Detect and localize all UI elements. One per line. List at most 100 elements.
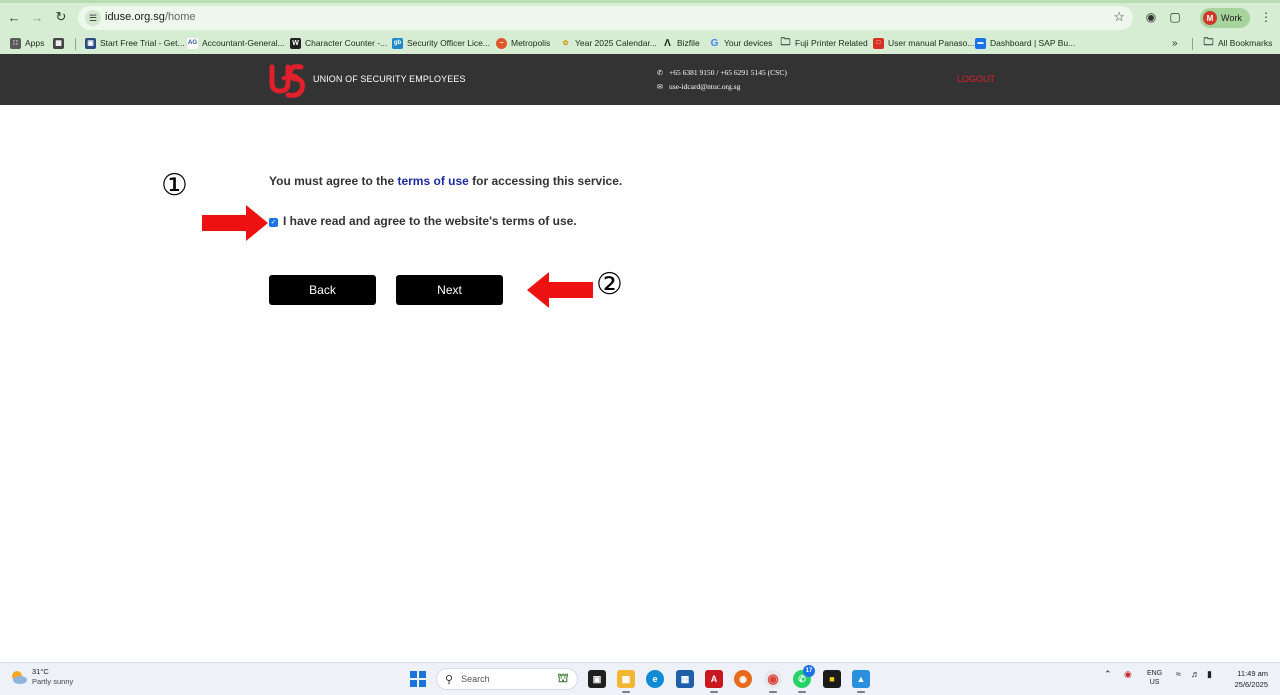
bookmark-your-devices[interactable]: G Your devices	[709, 35, 773, 51]
search-label: Search	[461, 674, 490, 684]
phone-icon: ✆	[657, 69, 663, 77]
step-1-arrow-icon	[202, 205, 268, 241]
google-icon: G	[710, 37, 719, 49]
more-bookmarks-label: »	[1172, 37, 1178, 49]
folder-icon: 🗀	[780, 36, 791, 48]
lang-top: ENG	[1147, 670, 1163, 677]
site-info-icon[interactable]: ☰	[85, 10, 101, 26]
use-logo[interactable]	[268, 59, 306, 101]
bookmark-label: Dashboard | SAP Bu...	[990, 38, 1076, 48]
step-2-marker: ②	[596, 267, 623, 302]
bookmark-separator	[1192, 38, 1193, 50]
bookmark-label: Bizfile	[677, 38, 700, 48]
w-icon: W	[290, 37, 301, 49]
notice-suffix: for accessing this service.	[468, 174, 623, 188]
folder-icon: 🗀	[1203, 36, 1214, 48]
bookmark-accountant[interactable]: AG Accountant-General...	[187, 35, 285, 51]
terms-of-use-link[interactable]: terms of use	[397, 174, 468, 188]
weather-desc: Partly sunny	[32, 677, 74, 686]
edge-icon[interactable]: e	[646, 670, 664, 688]
all-bookmarks[interactable]: 🗀 All Bookmarks	[1203, 35, 1273, 51]
profile-chip[interactable]: M Work	[1200, 8, 1250, 28]
step-1-marker: ①	[161, 168, 188, 203]
screen: ← → ↻ ☰ iduse.org.sg/home ☆ ◉ ▢ M Work ⋮…	[0, 0, 1280, 695]
store-icon[interactable]: ▦	[676, 670, 694, 688]
weather-temp: 31°C	[32, 667, 49, 676]
bookmark-sap[interactable]: ▬ Dashboard | SAP Bu...	[975, 35, 1075, 51]
email-line: ✉ use-idcard@ntuc.org.sg	[657, 80, 787, 94]
email-text[interactable]: use-idcard@ntuc.org.sg	[669, 82, 740, 91]
city-widget-icon[interactable]: ⛫	[548, 670, 578, 688]
notice-prefix: You must agree to the	[269, 174, 398, 188]
site-header: UNION OF SECURITY EMPLOYEES ✆ +65 6381 91…	[0, 54, 1280, 105]
sticky-notes-icon[interactable]: ■	[823, 670, 841, 688]
org-name: UNION OF SECURITY EMPLOYEES	[313, 74, 466, 84]
back-arrow-icon[interactable]: ←	[5, 8, 23, 26]
bookmark-metropolis[interactable]: − Metropolis	[496, 35, 550, 51]
sap-icon: ▬	[975, 37, 986, 49]
bookmark-star-icon[interactable]: ☆	[1113, 9, 1125, 25]
bookmark-label: Fuji Printer Related	[795, 38, 868, 48]
bookmark-label: Apps	[25, 38, 45, 48]
url-text[interactable]: iduse.org.sg/home	[105, 11, 196, 23]
more-bookmarks-chevron-icon[interactable]: »	[1172, 35, 1178, 51]
volume-icon[interactable]: ♬	[1191, 669, 1200, 679]
bookmark-separator	[75, 38, 76, 50]
all-bookmarks-label: All Bookmarks	[1218, 38, 1273, 48]
menu-kebab-icon[interactable]: ⋮	[1257, 9, 1275, 25]
photos-icon[interactable]: ▲	[852, 670, 870, 693]
bookmark-label: User manual Panaso...	[888, 38, 975, 48]
grid-icon: ▦	[53, 37, 64, 49]
whatsapp-badge: 17	[803, 665, 815, 677]
bookmark-label: Start Free Trial - Get...	[100, 38, 185, 48]
bookmark-grid[interactable]: ▦	[53, 35, 68, 51]
bookmark-calendar[interactable]: ✿ Year 2025 Calendar...	[560, 35, 657, 51]
back-button[interactable]: Back	[269, 275, 376, 305]
taskbar: 31°C Partly sunny ⚲ Search ⛫ ▣ ▩ e ▦ A ◉…	[0, 662, 1280, 695]
whatsapp-icon[interactable]: 17 ✆	[793, 665, 815, 693]
address-bar[interactable]: ☰ iduse.org.sg/home ☆	[78, 6, 1133, 30]
forward-arrow-icon[interactable]: →	[28, 8, 46, 26]
show-hidden-icons-chevron-icon[interactable]: ⌃	[1104, 669, 1112, 680]
url-path: /home	[164, 11, 196, 23]
bookmark-fuji-printer[interactable]: 🗀 Fuji Printer Related	[780, 35, 868, 51]
windows-start-icon[interactable]	[410, 671, 426, 687]
language-indicator[interactable]: ENG US	[1147, 669, 1162, 687]
bookmark-trial[interactable]: ▣ Start Free Trial - Get...	[85, 35, 185, 51]
system-clock[interactable]: 11:49 am 25/6/2025	[1235, 668, 1268, 690]
bookmark-security-officer[interactable]: gb Security Officer Lice...	[392, 35, 490, 51]
bookmark-user-manual[interactable]: □ User manual Panaso...	[873, 35, 974, 51]
file-explorer-icon[interactable]: ▩	[617, 670, 635, 693]
firefox-icon[interactable]: ◉	[734, 670, 752, 688]
bookmark-bizfile[interactable]: Λ Bizfile	[662, 35, 700, 51]
agree-row: ✓ I have read and agree to the website's…	[269, 214, 577, 228]
chrome-icon[interactable]: ◉	[764, 670, 782, 693]
next-button[interactable]: Next	[396, 275, 503, 305]
camera-icon[interactable]: ◉	[1142, 9, 1160, 25]
pdf-icon: □	[873, 37, 884, 49]
bookmark-label: Your devices	[724, 38, 773, 48]
bookmark-apps[interactable]: ∷ Apps	[10, 35, 44, 51]
wifi-icon[interactable]: ≈	[1176, 669, 1181, 679]
bookmark-label: Year 2025 Calendar...	[575, 38, 657, 48]
weather-widget[interactable]: 31°C Partly sunny	[10, 667, 73, 687]
extensions-icon[interactable]: ▢	[1166, 9, 1184, 25]
phone-text: +65 6381 9150 / +65 6291 5145 (CSC)	[669, 68, 787, 77]
bizfile-icon: Λ	[664, 37, 671, 49]
envelope-icon: ✉	[657, 83, 663, 91]
acrobat-icon[interactable]: A	[705, 670, 723, 693]
task-view-icon[interactable]: ▣	[588, 670, 606, 688]
network-status-icon[interactable]: ◉	[1124, 669, 1132, 680]
logout-link[interactable]: LOGOUT	[957, 74, 995, 84]
calendar-icon: ✿	[562, 40, 569, 47]
profile-label: Work	[1221, 13, 1242, 23]
agree-checkbox[interactable]: ✓	[269, 217, 278, 227]
trial-icon: ▣	[85, 37, 96, 49]
terms-notice: You must agree to the terms of use for a…	[269, 174, 622, 188]
battery-icon[interactable]: ▮	[1207, 669, 1212, 680]
profile-avatar: M	[1203, 11, 1217, 25]
reload-icon[interactable]: ↻	[52, 8, 70, 26]
clock-date: 25/6/2025	[1234, 680, 1268, 689]
bookmark-character-counter[interactable]: W Character Counter -...	[290, 35, 387, 51]
agree-label[interactable]: I have read and agree to the website's t…	[283, 214, 577, 228]
